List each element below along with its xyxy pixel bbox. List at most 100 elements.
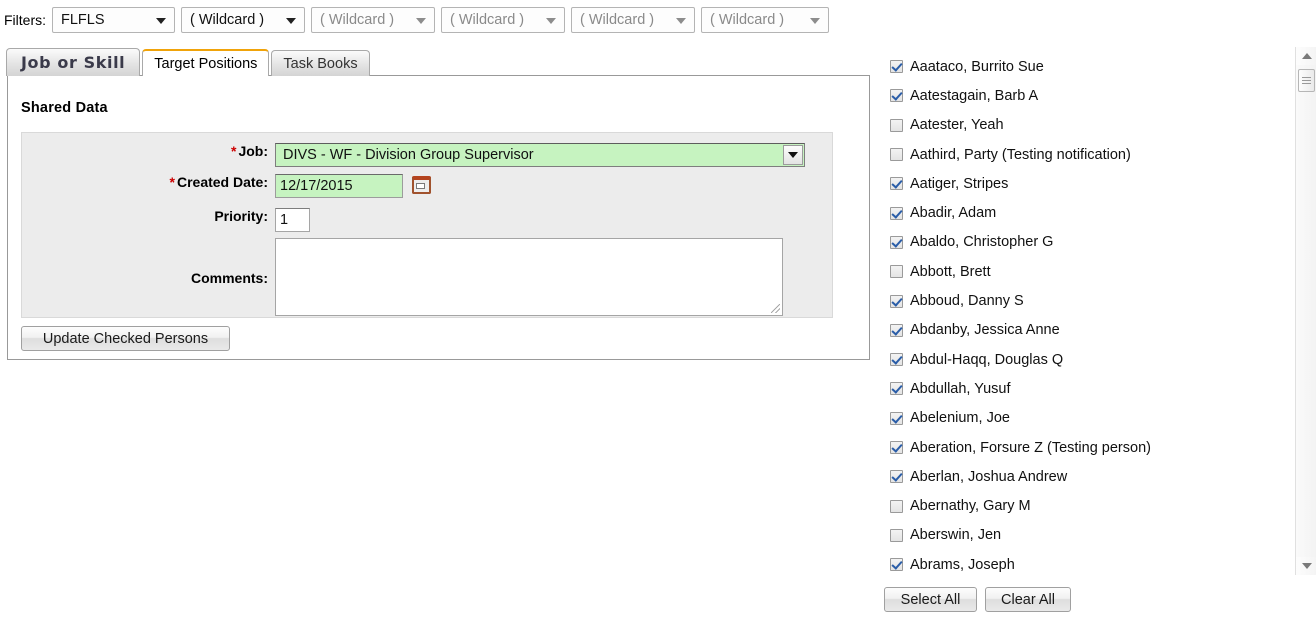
shared-data-form: * Job: DIVS - WF - Division Group Supervi… (21, 132, 833, 318)
list-item[interactable]: Abdanby, Jessica Anne (890, 316, 1275, 345)
person-checkbox[interactable] (890, 118, 903, 132)
filter-wildcard-5-select[interactable]: ( Wildcard ) (701, 7, 829, 33)
person-checkbox[interactable] (890, 323, 903, 337)
person-name: Aaataco, Burrito Sue (910, 58, 1044, 75)
created-date-field-row: * Created Date: 12/17/2015 (22, 174, 431, 198)
person-name: Aberswin, Jen (910, 527, 1002, 544)
list-item[interactable]: Aatester, Yeah (890, 111, 1275, 140)
person-checkbox[interactable] (890, 353, 903, 367)
person-checkbox[interactable] (890, 206, 903, 220)
list-item[interactable]: Abdul-Haqq, Douglas Q (890, 345, 1275, 374)
target-positions-panel: Shared Data * Job: DIVS - WF - Division G… (7, 75, 870, 360)
priority-label: Priority: (214, 208, 268, 224)
person-name: Aatester, Yeah (910, 117, 1004, 134)
filter-wildcard-4-select[interactable]: ( Wildcard ) (571, 7, 695, 33)
list-item[interactable]: Aatiger, Stripes (890, 169, 1275, 198)
list-item[interactable]: Aathird, Party (Testing notification) (890, 140, 1275, 169)
person-name: Abdul-Haqq, Douglas Q (910, 351, 1064, 368)
select-all-button[interactable]: Select All (884, 587, 977, 612)
list-item[interactable]: Abadir, Adam (890, 198, 1275, 227)
grip-lines-icon (1302, 77, 1311, 84)
person-name: Abbott, Brett (910, 263, 991, 280)
person-name: Aatestagain, Barb A (910, 87, 1039, 104)
person-checkbox[interactable] (890, 558, 903, 572)
created-date-label: * Created Date: (169, 174, 268, 190)
list-item[interactable]: Aberation, Forsure Z (Testing person) (890, 433, 1275, 462)
list-item[interactable]: Abrams, Joseph (890, 550, 1275, 579)
resize-grip-icon[interactable] (771, 304, 780, 313)
list-action-buttons: Select All Clear All (884, 587, 1071, 612)
person-checkbox[interactable] (890, 265, 903, 279)
scroll-up-button[interactable] (1296, 47, 1316, 65)
list-item[interactable]: Aaataco, Burrito Sue (890, 52, 1275, 81)
filters-bar: Filters: FLFLS ( Wildcard ) ( Wildcard )… (0, 0, 835, 40)
person-name: Aatiger, Stripes (910, 175, 1009, 192)
tab-target-positions-label: Target Positions (154, 55, 258, 72)
person-checkbox[interactable] (890, 294, 903, 308)
person-checkbox[interactable] (890, 470, 903, 484)
person-name: Abdanby, Jessica Anne (910, 322, 1060, 339)
list-item[interactable]: Abelenium, Joe (890, 404, 1275, 433)
tab-target-positions[interactable]: Target Positions (142, 49, 270, 76)
person-checkbox[interactable] (890, 382, 903, 396)
filter-wildcard-3-value: ( Wildcard ) (450, 12, 525, 28)
person-name: Abernathy, Gary M (910, 498, 1031, 515)
created-date-input[interactable]: 12/17/2015 (275, 174, 403, 198)
person-name: Abboud, Danny S (910, 293, 1024, 310)
job-field-row: * Job: DIVS - WF - Division Group Supervi… (22, 143, 805, 167)
calendar-icon[interactable] (412, 176, 431, 194)
list-item[interactable]: Abboud, Danny S (890, 286, 1275, 315)
list-item[interactable]: Aberlan, Joshua Andrew (890, 462, 1275, 491)
tab-task-books-label: Task Books (283, 55, 358, 72)
filter-primary-select[interactable]: FLFLS (52, 7, 175, 33)
comments-textarea[interactable] (275, 238, 783, 316)
chevron-down-icon (676, 18, 686, 24)
chevron-down-icon (1301, 563, 1312, 569)
required-marker: * (169, 174, 175, 190)
person-checkbox[interactable] (890, 528, 903, 542)
list-item[interactable]: Abdullah, Yusuf (890, 374, 1275, 403)
chevron-down-icon (286, 18, 296, 24)
filter-wildcard-1-value: ( Wildcard ) (190, 12, 265, 28)
person-name: Abdullah, Yusuf (910, 380, 1011, 397)
job-select[interactable]: DIVS - WF - Division Group Supervisor (275, 143, 805, 167)
tab-task-books[interactable]: Task Books (271, 50, 370, 76)
list-item[interactable]: Abernathy, Gary M (890, 491, 1275, 520)
person-checkbox[interactable] (890, 177, 903, 191)
filter-wildcard-5-value: ( Wildcard ) (710, 12, 785, 28)
person-checkbox[interactable] (890, 441, 903, 454)
chevron-down-icon (788, 152, 798, 158)
job-dropdown-button[interactable] (783, 145, 803, 165)
update-checked-persons-button[interactable]: Update Checked Persons (21, 326, 230, 351)
priority-input[interactable]: 1 (275, 208, 310, 232)
person-name: Aberlan, Joshua Andrew (910, 468, 1068, 485)
person-checkbox[interactable] (890, 235, 903, 249)
priority-field-row: Priority: 1 (22, 208, 310, 232)
chevron-down-icon (810, 18, 820, 24)
filter-wildcard-3-select[interactable]: ( Wildcard ) (441, 7, 565, 33)
person-checkbox[interactable] (890, 499, 903, 513)
clear-all-button[interactable]: Clear All (985, 587, 1071, 612)
list-item[interactable]: Abbott, Brett (890, 257, 1275, 286)
scroll-down-button[interactable] (1296, 557, 1316, 575)
person-checkbox[interactable] (890, 89, 903, 103)
page-scrollbar[interactable] (1295, 47, 1316, 575)
chevron-up-icon (1301, 53, 1312, 59)
list-item[interactable]: Aatestagain, Barb A (890, 81, 1275, 110)
tab-bar: Job or Skill Target Positions Task Books (6, 48, 372, 76)
chevron-down-icon (156, 18, 166, 24)
required-marker: * (230, 143, 237, 159)
tab-job-or-skill-label: Job or Skill (21, 53, 126, 72)
filter-wildcard-1-select[interactable]: ( Wildcard ) (181, 7, 305, 33)
list-item[interactable]: Aberswin, Jen (890, 521, 1275, 550)
person-checkbox[interactable] (890, 148, 903, 162)
list-item[interactable]: Abaldo, Christopher G (890, 228, 1275, 257)
tab-job-or-skill[interactable]: Job or Skill (6, 48, 141, 76)
person-checkbox[interactable] (890, 411, 903, 425)
comments-field-row: Comments: (22, 238, 783, 316)
filter-wildcard-2-select[interactable]: ( Wildcard ) (311, 7, 435, 33)
person-checkbox[interactable] (890, 60, 903, 74)
person-name: Abelenium, Joe (910, 410, 1010, 427)
person-name: Aberation, Forsure Z (Testing person) (910, 439, 1151, 456)
scrollbar-thumb[interactable] (1298, 69, 1315, 92)
